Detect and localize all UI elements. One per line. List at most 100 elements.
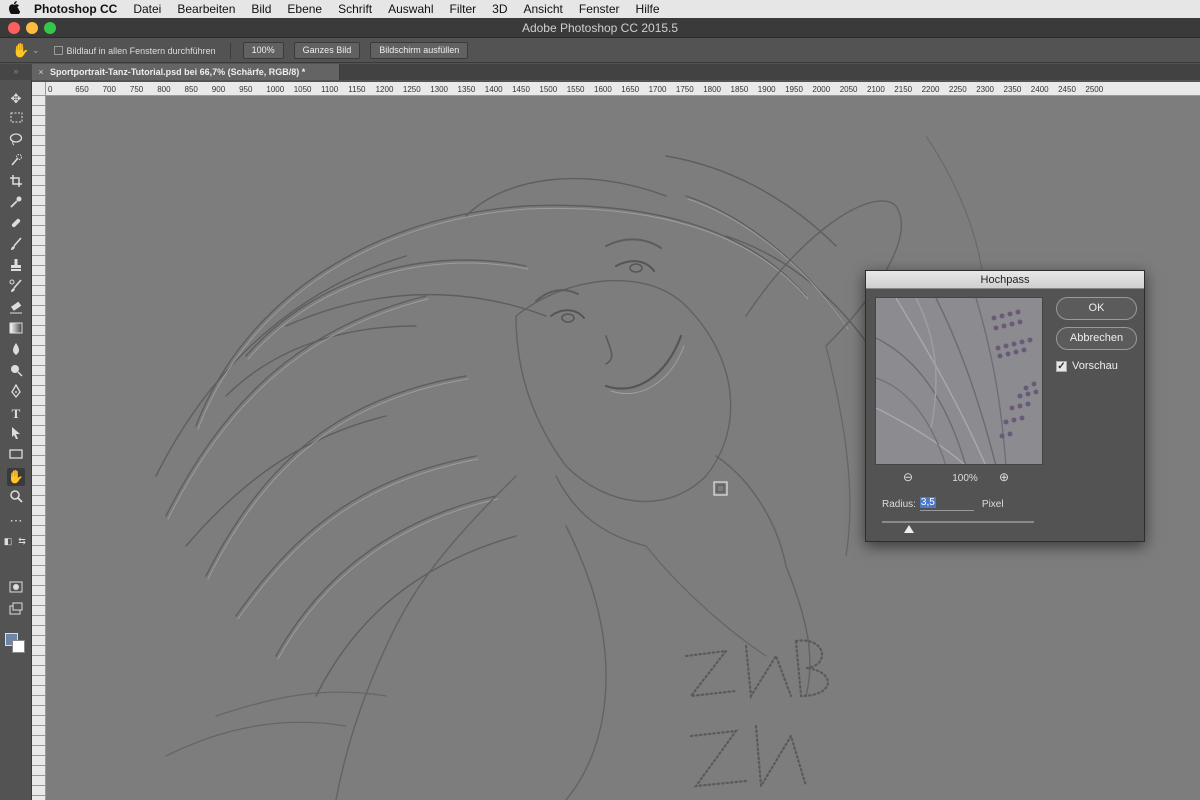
ruler-origin[interactable] <box>32 82 46 96</box>
menu-fenster[interactable]: Fenster <box>571 2 628 16</box>
path-selection-tool-icon[interactable] <box>7 426 25 444</box>
menu-bild[interactable]: Bild <box>243 2 279 16</box>
crop-tool-icon[interactable] <box>7 174 25 192</box>
quick-selection-tool-icon[interactable] <box>7 153 25 171</box>
window-title-bar: Adobe Photoshop CC 2015.5 <box>0 18 1200 38</box>
menu-ansicht[interactable]: Ansicht <box>516 2 571 16</box>
marquee-tool-icon[interactable] <box>7 111 25 129</box>
dodge-tool-icon[interactable] <box>7 363 25 381</box>
tab-bar-empty <box>340 64 1200 80</box>
healing-brush-tool-icon[interactable] <box>7 216 25 234</box>
gradient-tool-icon[interactable] <box>7 321 25 339</box>
ruler-tick-label: 1750 <box>675 85 694 94</box>
quick-mask-icon[interactable] <box>7 580 25 598</box>
eraser-tool-icon[interactable] <box>7 300 25 318</box>
type-tool-icon[interactable]: T <box>7 405 25 423</box>
hand-tool-icon[interactable]: ✋ <box>7 468 25 486</box>
ruler-tick-label: 700 <box>102 85 116 94</box>
radius-value: 3,5 <box>919 497 936 508</box>
ruler-tick-label: 2000 <box>812 85 831 94</box>
ruler-tick-label: 1950 <box>785 85 803 94</box>
ruler-tick-label: 1100 <box>321 85 339 94</box>
ruler-tick-label: 1200 <box>375 85 394 94</box>
menu-filter[interactable]: Filter <box>441 2 484 16</box>
window-title: Adobe Photoshop CC 2015.5 <box>521 21 679 35</box>
ruler-tick-label: 1250 <box>402 85 421 94</box>
horizontal-ruler[interactable]: 0 650 700 750 800 850 900 950 1000 1050 1100 1150 12… <box>46 82 1200 96</box>
cancel-button[interactable]: Abbrechen <box>1056 327 1137 350</box>
zoom-in-icon[interactable]: ⊕ <box>999 470 1009 484</box>
ok-button[interactable]: OK <box>1056 297 1137 320</box>
menu-app-name[interactable]: Photoshop CC <box>28 2 125 16</box>
radius-slider-thumb[interactable] <box>904 525 915 533</box>
fit-screen-button[interactable]: Ganzes Bild <box>293 42 361 59</box>
ruler-tick-label: 1000 <box>266 85 285 94</box>
ruler-tick-label: 2100 <box>867 85 885 94</box>
menu-datei[interactable]: Datei <box>125 2 169 16</box>
brush-tool-icon[interactable] <box>7 237 25 255</box>
high-pass-dialog: Hochpass ⊖ 100% ⊕ OK Abbrechen ✓ Vorscha… <box>865 270 1145 542</box>
history-brush-tool-icon[interactable] <box>7 279 25 297</box>
radius-slider-track[interactable] <box>882 521 1034 523</box>
eyedropper-tool-icon[interactable] <box>7 195 25 213</box>
menu-hilfe[interactable]: Hilfe <box>628 2 668 16</box>
preview-checkbox[interactable]: ✓ <box>1056 360 1067 372</box>
ruler-tick-label: 2050 <box>839 85 858 94</box>
ruler-tick-label: 1550 <box>566 85 585 94</box>
ruler-tick-label: 2300 <box>976 85 994 94</box>
ruler-tick-label: 1700 <box>648 85 667 94</box>
background-color-swatch[interactable] <box>12 640 25 653</box>
macos-menu-bar: Photoshop CC Datei Bearbeiten Bild Ebene… <box>0 0 1200 18</box>
ruler-tick-label: 2200 <box>921 85 940 94</box>
document-tab[interactable]: × Sportportrait-Tanz-Tutorial.psd bei 66… <box>32 64 340 80</box>
ruler-tick-label: 950 <box>239 85 253 94</box>
zoom-out-icon[interactable]: ⊖ <box>903 470 913 484</box>
close-icon[interactable]: × <box>32 67 50 77</box>
menu-ebene[interactable]: Ebene <box>279 2 330 16</box>
rectangle-tool-icon[interactable] <box>7 447 25 465</box>
tools-panel: ✥ T ✋ ⋯ ◧ ⇆ <box>0 80 32 800</box>
preview-checkbox-row[interactable]: ✓ Vorschau <box>1056 360 1118 372</box>
menu-bearbeiten[interactable]: Bearbeiten <box>169 2 243 16</box>
blur-tool-icon[interactable] <box>7 342 25 360</box>
filter-preview[interactable] <box>875 297 1043 465</box>
menu-auswahl[interactable]: Auswahl <box>380 2 441 16</box>
fill-screen-button[interactable]: Bildschirm ausfüllen <box>370 42 469 59</box>
menu-3d[interactable]: 3D <box>484 2 515 16</box>
screen-mode-icon[interactable] <box>7 602 25 620</box>
swap-colors-icon[interactable]: ⇆ <box>16 532 28 550</box>
menu-schrift[interactable]: Schrift <box>330 2 380 16</box>
ruler-tick-label: 1900 <box>757 85 776 94</box>
ruler-tick-label: 2450 <box>1058 85 1076 94</box>
pen-tool-icon[interactable] <box>7 383 25 402</box>
panel-collapse-toggle[interactable]: » <box>0 64 32 80</box>
dialog-title[interactable]: Hochpass <box>866 271 1144 289</box>
apple-menu-icon[interactable] <box>0 1 28 17</box>
ruler-tick-label: 1350 <box>457 85 476 94</box>
clone-stamp-tool-icon[interactable] <box>7 258 25 276</box>
radius-input[interactable]: 3,5 <box>919 497 974 511</box>
preview-zoom-controls: ⊖ 100% ⊕ <box>875 469 1043 487</box>
move-tool-icon[interactable]: ✥ <box>7 90 25 108</box>
lasso-tool-icon[interactable] <box>7 132 25 150</box>
more-tools-icon[interactable]: ⋯ <box>7 512 25 530</box>
tool-options-bar: ✋ ⌄ Bildlauf in allen Fenstern durchführ… <box>0 39 1200 63</box>
hand-tool-preset-icon[interactable]: ✋ <box>10 42 32 59</box>
preview-checkbox-label: Vorschau <box>1072 360 1118 372</box>
default-colors-icon[interactable]: ◧ <box>3 532 13 550</box>
ruler-tick-label: 1850 <box>730 85 749 94</box>
zoom-100-button[interactable]: 100% <box>242 42 284 59</box>
preview-zoom-value: 100% <box>952 473 978 484</box>
ruler-tick-label: 0 <box>48 85 53 94</box>
ruler-tick-label: 2150 <box>894 85 913 94</box>
radius-unit-label: Pixel <box>981 498 1004 510</box>
zoom-tool-icon[interactable] <box>7 489 25 507</box>
ruler-tick-label: 2250 <box>948 85 967 94</box>
options-divider <box>229 42 231 59</box>
chevron-down-icon[interactable]: ⌄ <box>32 45 40 56</box>
scroll-all-windows-label: Bildlauf in allen Fenstern durchführen <box>66 45 216 56</box>
ruler-tick-label: 650 <box>75 85 89 94</box>
ruler-tick-label: 800 <box>157 85 171 94</box>
scroll-all-windows-checkbox[interactable] <box>53 46 63 55</box>
vertical-ruler[interactable] <box>32 96 46 800</box>
